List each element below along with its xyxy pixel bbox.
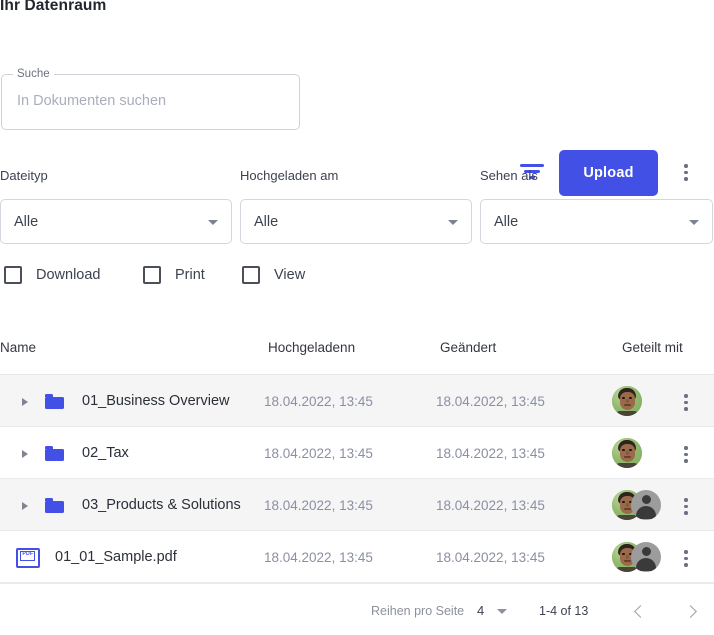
filter-hochgeladen-am: Hochgeladen am Alle [240, 168, 472, 244]
folder-icon[interactable] [45, 498, 64, 513]
filter-label: Dateityp [0, 168, 48, 183]
checkbox-label: View [274, 267, 306, 283]
row-name: 01_01_Sample.pdf [55, 549, 177, 565]
row-modified: 18.04.2022, 13:45 [436, 394, 545, 409]
table-row[interactable]: 03_Products & Solutions 18.04.2022, 13:4… [0, 479, 714, 531]
documents-table: Name Hochgeladenn Geändert Geteilt mit 0… [0, 330, 714, 583]
search-input[interactable] [15, 92, 285, 110]
search-field[interactable]: Suche [1, 68, 300, 130]
column-header-name[interactable]: Name [0, 340, 36, 355]
filter-sehen-als: Sehen als Alle [480, 168, 713, 244]
chevron-down-icon [689, 220, 699, 225]
filter-select[interactable]: Alle [0, 199, 232, 244]
checkbox-download[interactable]: Download [4, 266, 101, 284]
chevron-down-icon[interactable] [497, 609, 507, 614]
folder-icon[interactable] [45, 446, 64, 461]
filter-select[interactable]: Alle [240, 199, 472, 244]
pagination-footer: Reihen pro Seite 4 1-4 of 13 [0, 583, 714, 635]
row-uploaded: 18.04.2022, 13:45 [264, 498, 373, 513]
prev-page-button[interactable] [628, 600, 652, 624]
filter-dateityp: Dateityp Alle [0, 168, 232, 244]
pdf-icon[interactable]: PDF [16, 548, 40, 568]
rows-per-page-label: Reihen pro Seite [371, 604, 465, 618]
page-title: Ihr Datenraum [0, 0, 107, 14]
filter-value: Alle [254, 213, 279, 230]
folder-icon[interactable] [45, 394, 64, 409]
filter-label: Sehen als [480, 168, 538, 183]
pdf-badge-label: PDF [22, 551, 34, 558]
expand-arrow-icon[interactable] [22, 502, 28, 510]
chevron-down-icon [448, 220, 458, 225]
next-page-button[interactable] [678, 600, 702, 624]
search-label: Suche [13, 68, 54, 81]
row-modified: 18.04.2022, 13:45 [436, 446, 545, 461]
filter-value: Alle [494, 213, 519, 230]
row-more-icon[interactable] [684, 446, 688, 463]
expand-arrow-icon[interactable] [22, 450, 28, 458]
expand-arrow-icon[interactable] [22, 398, 28, 406]
row-uploaded: 18.04.2022, 13:45 [264, 394, 373, 409]
row-uploaded: 18.04.2022, 13:45 [264, 550, 373, 565]
table-row[interactable]: PDF 01_01_Sample.pdf 18.04.2022, 13:45 1… [0, 531, 714, 583]
column-header-shared[interactable]: Geteilt mit [622, 340, 683, 355]
row-more-icon[interactable] [684, 550, 688, 567]
row-more-icon[interactable] [684, 498, 688, 515]
search-toolbar: Suche Upload [0, 68, 714, 196]
row-modified: 18.04.2022, 13:45 [436, 550, 545, 565]
avatar-placeholder[interactable] [631, 490, 661, 520]
filter-label: Hochgeladen am [240, 168, 339, 183]
row-name: 02_Tax [82, 445, 129, 461]
pagination-range: 1-4 of 13 [539, 604, 589, 618]
table-row[interactable]: 02_Tax 18.04.2022, 13:45 18.04.2022, 13:… [0, 427, 714, 479]
column-header-uploaded[interactable]: Hochgeladenn [268, 340, 355, 355]
avatar[interactable] [612, 438, 642, 468]
checkbox-box[interactable] [4, 266, 22, 284]
filter-value: Alle [14, 213, 39, 230]
avatar-placeholder[interactable] [631, 542, 661, 572]
checkbox-box[interactable] [242, 266, 260, 284]
filter-select[interactable]: Alle [480, 199, 713, 244]
row-uploaded: 18.04.2022, 13:45 [264, 446, 373, 461]
data-room-page: Ihr Datenraum Suche Upload Dateityp Alle… [0, 0, 714, 635]
checkbox-label: Download [36, 267, 101, 283]
table-header: Name Hochgeladenn Geändert Geteilt mit [0, 330, 714, 375]
rows-per-page-value[interactable]: 4 [477, 603, 484, 618]
avatar[interactable] [612, 386, 642, 416]
checkbox-print[interactable]: Print [143, 266, 205, 284]
row-more-icon[interactable] [684, 394, 688, 411]
row-name: 03_Products & Solutions [82, 497, 241, 513]
checkbox-label: Print [175, 267, 205, 283]
checkbox-box[interactable] [143, 266, 161, 284]
row-modified: 18.04.2022, 13:45 [436, 498, 545, 513]
row-name: 01_Business Overview [82, 393, 230, 409]
column-header-modified[interactable]: Geändert [440, 340, 496, 355]
chevron-down-icon [208, 220, 218, 225]
table-row[interactable]: 01_Business Overview 18.04.2022, 13:45 1… [0, 375, 714, 427]
checkbox-view[interactable]: View [242, 266, 305, 284]
